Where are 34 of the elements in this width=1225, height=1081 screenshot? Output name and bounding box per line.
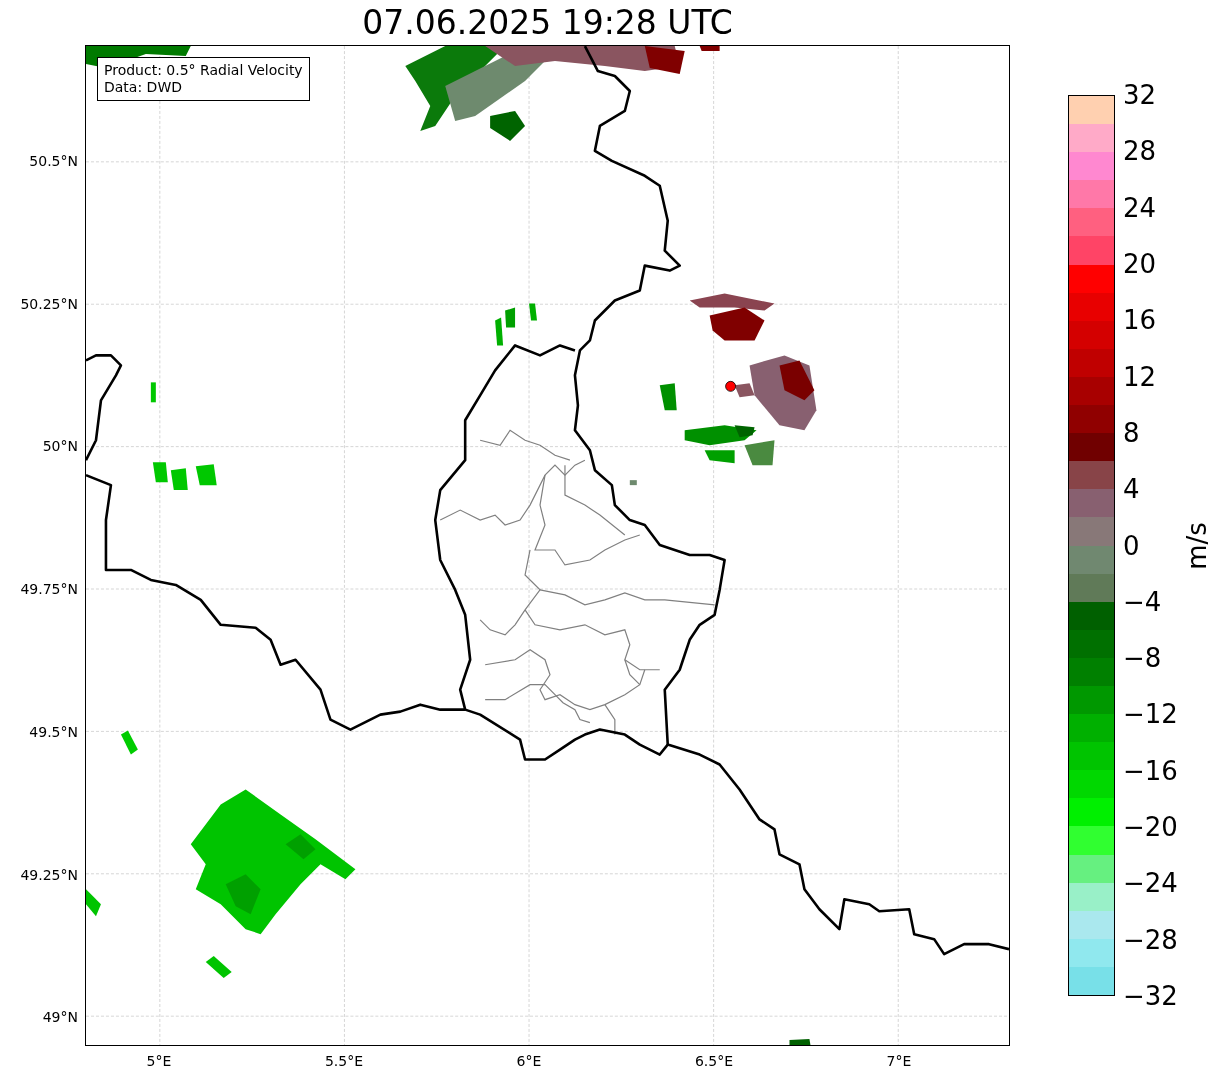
- colorbar-tick-label: 16: [1123, 305, 1157, 336]
- longitude-label: 6.5°E: [694, 1053, 734, 1069]
- longitude-label: 6°E: [516, 1053, 542, 1069]
- colorbar-tick-label: 28: [1123, 136, 1157, 167]
- latitude-label: 49.75°N: [20, 581, 78, 598]
- colorbar-tick-label: 24: [1123, 192, 1157, 223]
- colorbar-tick-label: 32: [1123, 80, 1157, 110]
- colorbar-tick-label: 20: [1123, 248, 1157, 279]
- longitude-label: 7°E: [886, 1053, 912, 1069]
- latitude-label: 50.5°N: [29, 153, 78, 169]
- colorbar-tick-label: 0: [1123, 530, 1140, 561]
- latitude-label: 49.25°N: [20, 866, 78, 883]
- info-text: Product: 0.5° Radial Velocity: [104, 62, 303, 79]
- latitude-label: 50°N: [42, 438, 78, 455]
- colorbar-tick-label: 8: [1123, 417, 1140, 448]
- colorbar-tick-label: −20: [1123, 812, 1178, 843]
- colorbar-tick-label: −32: [1123, 981, 1178, 1011]
- colorbar-tick-label: −16: [1123, 755, 1178, 786]
- info-text: Data: DWD: [104, 79, 183, 96]
- latitude-label: 50.25°N: [20, 295, 78, 312]
- colorbar-tick-label: −12: [1123, 699, 1178, 730]
- colorbar-tick-label: −28: [1123, 924, 1178, 955]
- colorbar-tick-label: −8: [1123, 643, 1162, 674]
- chart-title: 07.06.2025 19:28 UTC: [362, 3, 733, 42]
- latitude-label: 49°N: [42, 1009, 78, 1026]
- colorbar-tick-label: −4: [1123, 586, 1162, 617]
- longitude-label: 5°E: [146, 1053, 172, 1069]
- colorbar-tick-label: 4: [1123, 474, 1140, 505]
- colorbar-tick-label: −24: [1123, 868, 1178, 899]
- radar-site-marker: [725, 380, 736, 392]
- colorbar-tick-label: 12: [1123, 361, 1157, 392]
- colorbar-label: m/s: [1182, 521, 1212, 570]
- longitude-label: 5.5°E: [324, 1053, 364, 1069]
- latitude-label: 49.5°N: [29, 723, 78, 740]
